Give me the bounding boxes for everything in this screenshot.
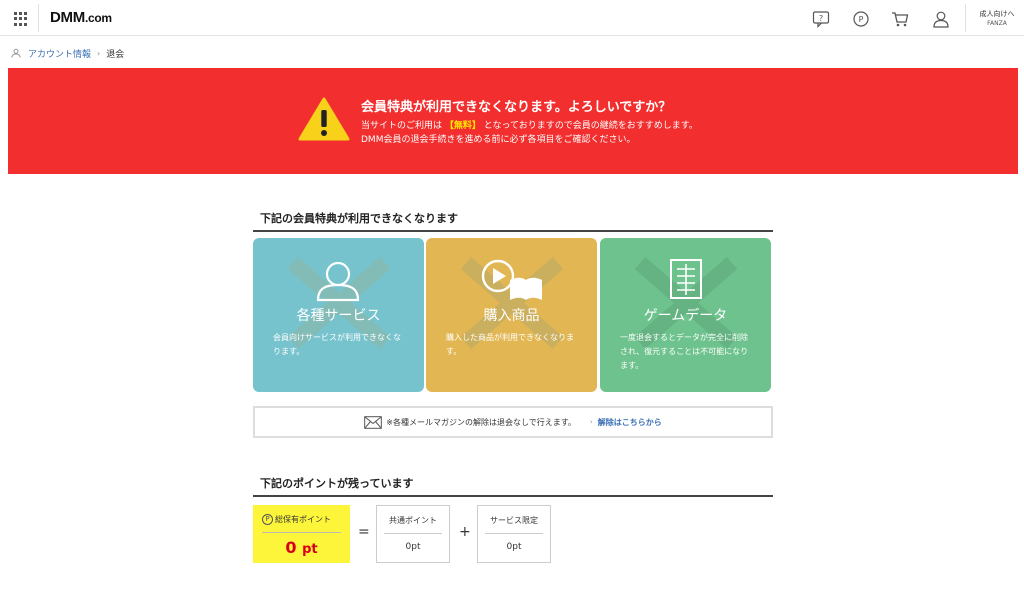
mail-notice-text: ※各種メールマガジンの解除は退会なしで行えます。	[386, 417, 576, 427]
help-icon[interactable]: ?	[812, 10, 830, 28]
app-menu-grid-icon[interactable]	[14, 12, 28, 26]
benefit-card-services: 各種サービス 会員向けサービスが利用できなくなります。	[253, 238, 424, 392]
equals-sign: =	[358, 524, 370, 540]
service-points-value: 0pt	[506, 542, 522, 552]
svg-text:P: P	[859, 15, 864, 24]
person-icon	[11, 48, 21, 58]
card-title: 各種サービス	[296, 308, 381, 324]
banner-message-2: DMM会員の退会手続きを進める前に必ず各項目をご確認ください。	[361, 135, 636, 145]
total-points-box: P 総保有ポイント 0 pt	[253, 505, 350, 563]
free-emphasis: 【無料】	[444, 121, 481, 131]
banner-title: 会員特典が利用できなくなります。よろしいですか？	[361, 100, 672, 115]
breadcrumb-separator: ›	[97, 48, 101, 58]
cart-icon[interactable]	[891, 10, 909, 28]
total-points-value: 0 pt	[285, 538, 318, 557]
svg-text:?: ?	[819, 14, 823, 23]
banner-message-1: 当サイトのご利用は 【無料】 となっておりますので会員の継続をおすすめします。	[361, 121, 698, 131]
header-divider	[965, 4, 966, 32]
mail-icon	[364, 415, 383, 429]
common-points-box: 共通ポイント 0pt	[376, 505, 450, 563]
card-description: 購入した商品が利用できなくなります。	[446, 333, 574, 356]
adult-link-label: 成人向けへ	[979, 10, 1015, 18]
account-icon[interactable]	[932, 10, 950, 28]
benefit-card-purchases: 購入商品 購入した商品が利用できなくなります。	[426, 238, 597, 392]
benefit-card-game-data: ゲームデータ 一度退会するとデータが完全に削除され、復元することは不可能になりま…	[600, 238, 771, 392]
benefits-heading: 下記の会員特典が利用できなくなります	[253, 210, 773, 232]
plus-sign: +	[459, 524, 471, 540]
dmm-logo[interactable]: DMM.com	[50, 9, 112, 26]
warning-icon	[298, 97, 350, 141]
points-heading: 下記のポイントが残っています	[253, 475, 773, 497]
breadcrumb: アカウント情報 › 退会	[11, 46, 124, 60]
card-description: 会員向けサービスが利用できなくなります。	[273, 333, 401, 356]
adult-site-link[interactable]: 成人向けへ FANZA	[974, 9, 1020, 29]
mail-magazine-notice: ※各種メールマガジンの解除は退会なしで行えます。 › 解除はこちらから	[253, 406, 773, 438]
point-icon: P	[262, 514, 273, 525]
global-header: DMM.com ? P 成人向けへ FANZA	[0, 0, 1024, 36]
common-points-value: 0pt	[405, 542, 421, 552]
common-points-label: 共通ポイント	[389, 516, 437, 525]
divider	[262, 532, 341, 533]
service-points-label: サービス限定	[490, 516, 538, 525]
warning-banner: 会員特典が利用できなくなります。よろしいですか？ 当サイトのご利用は 【無料】 …	[8, 68, 1018, 174]
header-divider	[38, 4, 39, 32]
unsubscribe-link[interactable]: 解除はこちらから	[598, 417, 662, 428]
chevron-right-icon: ›	[589, 418, 593, 426]
total-points-label: P 総保有ポイント	[262, 514, 331, 525]
adult-link-sub: FANZA	[987, 20, 1007, 27]
card-title: ゲームデータ	[643, 308, 728, 324]
service-points-box: サービス限定 0pt	[477, 505, 551, 563]
divider	[485, 533, 543, 534]
breadcrumb-account-link[interactable]: アカウント情報	[28, 47, 91, 60]
card-description: 一度退会するとデータが完全に削除され、復元することは不可能になります。	[620, 333, 749, 370]
card-title: 購入商品	[483, 308, 540, 324]
point-icon[interactable]: P	[852, 10, 870, 28]
breadcrumb-current: 退会	[106, 49, 125, 60]
divider	[384, 533, 442, 534]
